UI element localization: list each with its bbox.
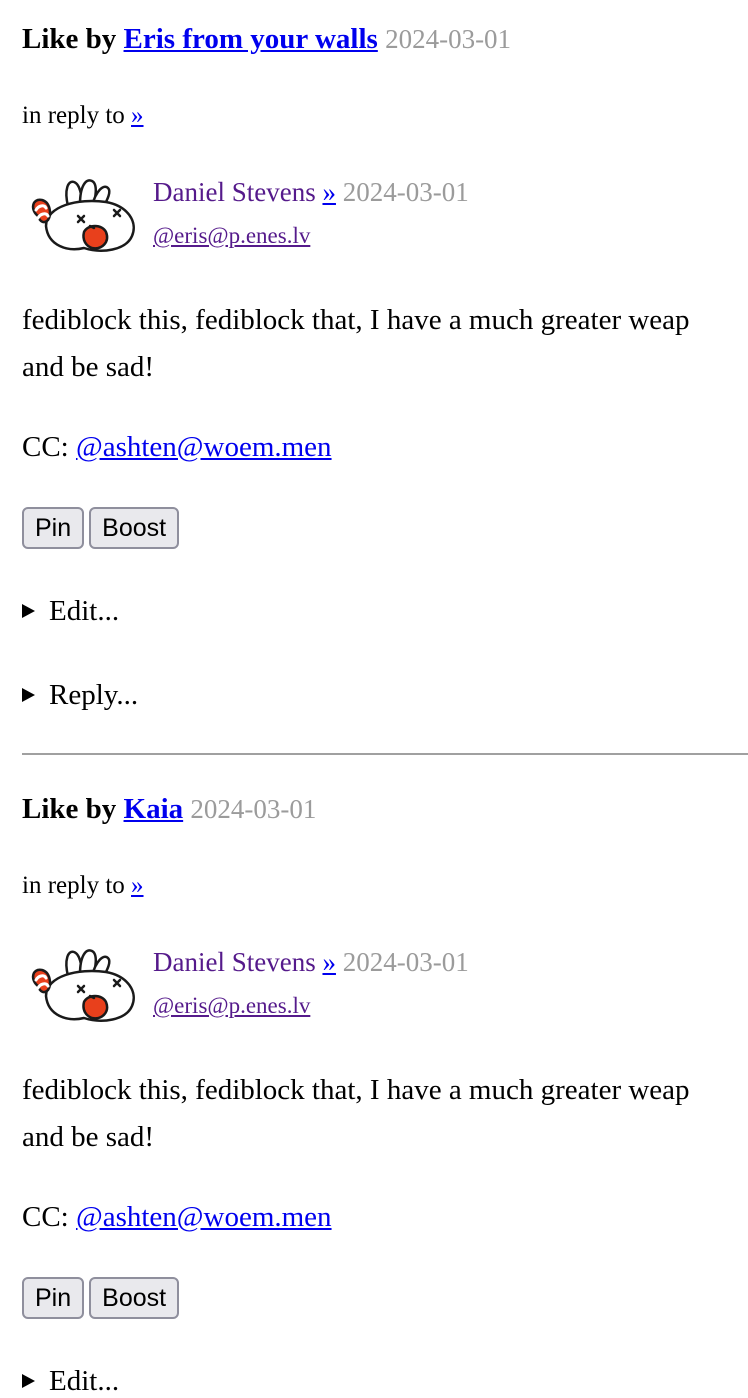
disclosure-triangle-icon	[22, 688, 35, 702]
boost-button[interactable]: Boost	[89, 507, 180, 549]
in-reply-prefix: in reply to	[22, 102, 125, 129]
author-permalink[interactable]: »	[322, 177, 336, 207]
like-date: 2024-03-01	[190, 794, 317, 824]
like-date: 2024-03-01	[385, 24, 512, 54]
reply-summary: Reply...	[49, 679, 139, 711]
disclosure-triangle-icon	[22, 604, 35, 618]
author-handle-link[interactable]: @eris@p.enes.lv	[153, 223, 310, 248]
like-heading: Like by Eris from your walls 2024-03-01	[22, 21, 511, 57]
post-content-line: and be sad!	[22, 351, 155, 383]
like-prefix: Like by	[22, 23, 117, 55]
author-permalink[interactable]: »	[322, 947, 336, 977]
in-reply-link[interactable]: »	[131, 102, 144, 129]
like-prefix: Like by	[22, 793, 117, 825]
author-handle-link[interactable]: @eris@p.enes.lv	[153, 993, 310, 1018]
edit-summary: Edit...	[49, 595, 120, 627]
action-buttons: Pin Boost	[22, 507, 184, 551]
cc-line: CC: @ashten@woem.men	[22, 1199, 332, 1235]
in-reply-line: in reply to »	[22, 101, 144, 131]
disclosure-triangle-icon	[22, 1374, 35, 1388]
in-reply-prefix: in reply to	[22, 872, 125, 899]
liker-link[interactable]: Eris from your walls	[124, 23, 378, 55]
like-heading: Like by Kaia 2024-03-01	[22, 791, 316, 827]
edit-disclosure[interactable]: Edit...	[22, 1363, 119, 1398]
cc-prefix: CC:	[22, 431, 69, 463]
author-block: Daniel Stevens » 2024-03-01 @eris@p.enes…	[28, 176, 728, 266]
in-reply-line: in reply to »	[22, 871, 144, 901]
author-line: Daniel Stevens » 2024-03-01	[153, 946, 469, 978]
author-line: Daniel Stevens » 2024-03-01	[153, 176, 469, 208]
in-reply-link[interactable]: »	[131, 872, 144, 899]
action-buttons: Pin Boost	[22, 1277, 184, 1321]
edit-disclosure[interactable]: Edit...	[22, 593, 119, 629]
reply-disclosure[interactable]: Reply...	[22, 677, 138, 713]
bunny-avatar-icon	[31, 179, 135, 252]
post-content-line: fediblock this, fediblock that, I have a…	[22, 304, 690, 336]
author-date: 2024-03-01	[342, 947, 469, 977]
cc-line: CC: @ashten@woem.men	[22, 429, 332, 465]
author-name[interactable]: Daniel Stevens	[153, 177, 316, 207]
post-content: fediblock this, fediblock that, I have a…	[22, 1067, 748, 1161]
pin-button[interactable]: Pin	[22, 1277, 85, 1319]
pin-button[interactable]: Pin	[22, 507, 85, 549]
post-content-line: fediblock this, fediblock that, I have a…	[22, 1074, 690, 1106]
author-name[interactable]: Daniel Stevens	[153, 947, 316, 977]
bunny-avatar-icon	[31, 949, 135, 1022]
cc-prefix: CC:	[22, 1201, 69, 1233]
post-content: fediblock this, fediblock that, I have a…	[22, 297, 748, 391]
author-date: 2024-03-01	[342, 177, 469, 207]
author-handle: @eris@p.enes.lv	[153, 222, 310, 250]
cc-mention-link[interactable]: @ashten@woem.men	[76, 431, 332, 463]
liker-link[interactable]: Kaia	[124, 793, 184, 825]
post-content-line: and be sad!	[22, 1121, 155, 1153]
author-handle: @eris@p.enes.lv	[153, 992, 310, 1020]
author-block: Daniel Stevens » 2024-03-01 @eris@p.enes…	[28, 946, 728, 1036]
edit-summary: Edit...	[49, 1365, 120, 1397]
boost-button[interactable]: Boost	[89, 1277, 180, 1319]
cc-mention-link[interactable]: @ashten@woem.men	[76, 1201, 332, 1233]
post-separator	[22, 753, 748, 755]
